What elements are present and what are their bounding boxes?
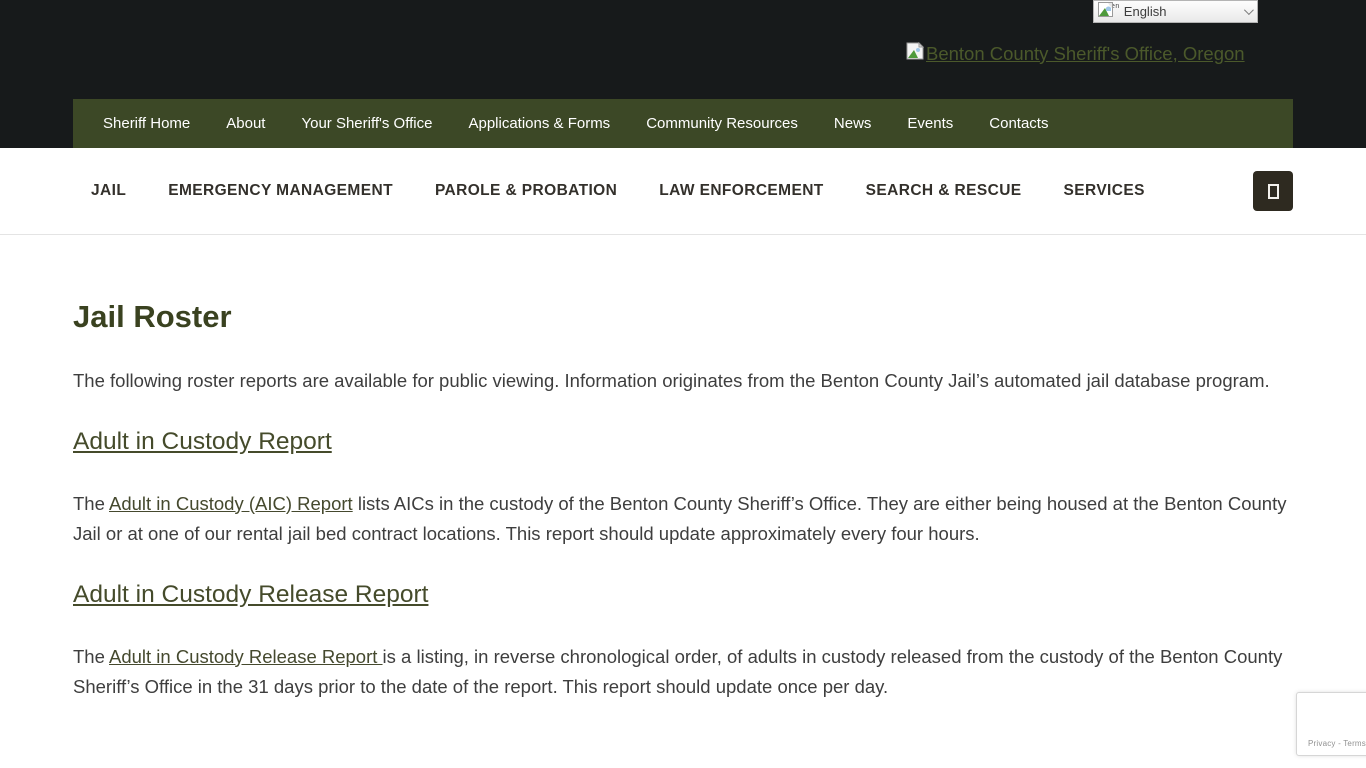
recaptcha-terms-link[interactable]: Terms <box>1343 739 1366 748</box>
release-report-heading-link[interactable]: Adult in Custody Release Report <box>73 581 428 608</box>
primary-nav: Sheriff Home About Your Sheriff's Office… <box>73 99 1293 148</box>
nav-item-applications-forms[interactable]: Applications & Forms <box>450 99 628 148</box>
site-logo-alt-text: Benton County Sheriff's Office, Oregon <box>926 43 1245 65</box>
subnav-item-law-enforcement[interactable]: LAW ENFORCEMENT <box>659 182 823 200</box>
language-selected-label: English <box>1124 4 1167 19</box>
release-report-paragraph: The Adult in Custody Release Report is a… <box>73 642 1289 703</box>
aic-report-heading: Adult in Custody Report <box>73 428 1293 456</box>
broken-image-icon <box>906 42 924 65</box>
site-header: en English Benton County Sheriff's Offic… <box>0 0 1366 148</box>
recaptcha-privacy-link[interactable]: Privacy <box>1308 739 1336 748</box>
subnav-item-services[interactable]: SERVICES <box>1064 182 1145 200</box>
subnav-item-search-rescue[interactable]: SEARCH & RESCUE <box>866 182 1022 200</box>
search-button[interactable] <box>1253 171 1293 211</box>
aic-para-pre: The <box>73 493 109 514</box>
nav-item-community-resources[interactable]: Community Resources <box>628 99 816 148</box>
subnav-item-parole-probation[interactable]: PAROLE & PROBATION <box>435 182 617 200</box>
aic-report-paragraph: The Adult in Custody (AIC) Report lists … <box>73 489 1289 550</box>
nav-item-contacts[interactable]: Contacts <box>971 99 1066 148</box>
main-content: Jail Roster The following roster reports… <box>0 236 1366 734</box>
site-logo-link[interactable]: Benton County Sheriff's Office, Oregon <box>906 42 1245 65</box>
nav-item-news[interactable]: News <box>816 99 890 148</box>
secondary-nav-inner: JAIL EMERGENCY MANAGEMENT PAROLE & PROBA… <box>73 148 1293 234</box>
language-selector[interactable]: en English <box>1093 0 1258 23</box>
nav-item-about[interactable]: About <box>208 99 283 148</box>
subnav-item-jail[interactable]: JAIL <box>91 182 126 200</box>
release-para-pre: The <box>73 646 109 667</box>
nav-item-events[interactable]: Events <box>889 99 971 148</box>
search-icon <box>1268 184 1279 199</box>
page-title: Jail Roster <box>73 299 1293 335</box>
recaptcha-badge: Privacy - Terms <box>1296 692 1366 756</box>
aic-report-inline-link[interactable]: Adult in Custody (AIC) Report <box>109 493 353 514</box>
nav-item-sheriff-home[interactable]: Sheriff Home <box>85 99 208 148</box>
intro-paragraph: The following roster reports are availab… <box>73 366 1289 397</box>
chevron-down-icon <box>1244 5 1254 15</box>
secondary-nav: JAIL EMERGENCY MANAGEMENT PAROLE & PROBA… <box>0 148 1366 235</box>
recaptcha-links: Privacy - Terms <box>1308 739 1366 748</box>
aic-report-heading-link[interactable]: Adult in Custody Report <box>73 428 332 455</box>
release-report-heading: Adult in Custody Release Report <box>73 581 1293 609</box>
nav-item-your-sheriffs-office[interactable]: Your Sheriff's Office <box>283 99 450 148</box>
broken-flag-icon <box>1098 2 1113 22</box>
release-report-inline-link[interactable]: Adult in Custody Release Report <box>109 646 383 667</box>
subnav-item-emergency-management[interactable]: EMERGENCY MANAGEMENT <box>168 182 393 200</box>
